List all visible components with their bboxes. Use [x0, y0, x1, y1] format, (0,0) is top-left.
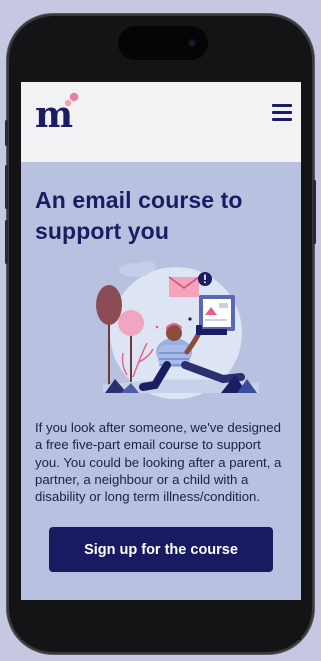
camera-icon: [188, 39, 196, 47]
hamburger-menu-icon[interactable]: [272, 102, 294, 122]
phone-power-button: [313, 180, 316, 244]
phone-side-button: [5, 120, 8, 146]
hero-heading: An email course to support you: [35, 187, 243, 244]
phone-volume-up-button: [5, 165, 8, 209]
hero-section: An email course to support you If you lo…: [21, 162, 301, 573]
illustration-svg: [96, 261, 259, 399]
stage: m An email course to support you If you …: [0, 0, 321, 661]
phone-screen: m An email course to support you If you …: [21, 82, 301, 600]
person-with-phone-and-email-illustration: [35, 257, 287, 409]
phone-volume-down-button: [5, 220, 8, 264]
site-header: m: [21, 82, 301, 162]
dynamic-island: [118, 26, 208, 60]
phone-bottom-bezel: [21, 600, 301, 640]
hero-body-text: If you look after someone, we've designe…: [35, 420, 282, 505]
sign-up-course-button[interactable]: Sign up for the course: [49, 527, 273, 573]
logo-dots-icon: [64, 92, 79, 107]
